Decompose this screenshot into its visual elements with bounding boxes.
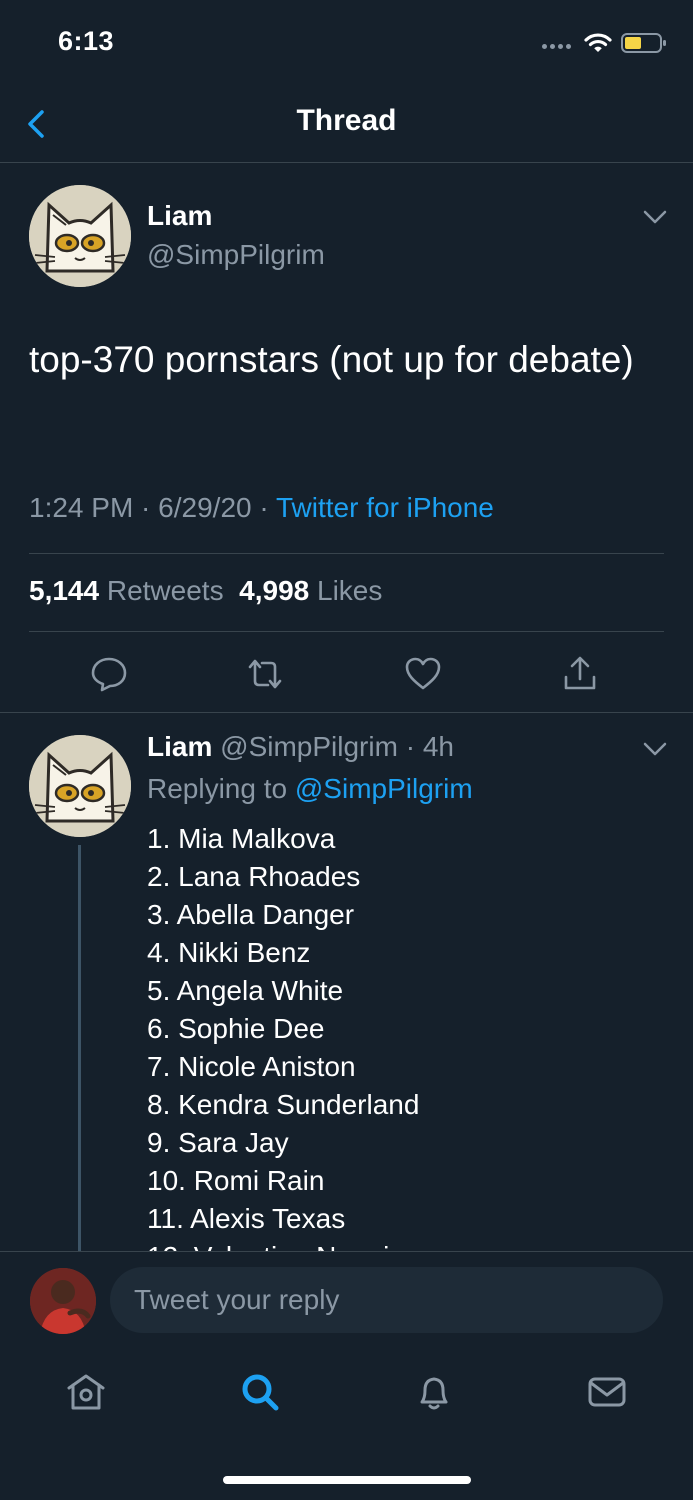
chevron-down-icon[interactable] — [642, 740, 668, 758]
cat-avatar-icon — [29, 735, 131, 837]
home-icon[interactable] — [64, 1370, 108, 1414]
replying-label: Replying to — [147, 773, 288, 804]
reply-author-name[interactable]: Liam — [147, 731, 212, 762]
list-item: 10. Romi Rain — [147, 1165, 325, 1196]
reply-composer — [0, 1251, 693, 1500]
list-item: 12. Valentina Nappi — [147, 1238, 419, 1251]
home-indicator[interactable] — [223, 1476, 471, 1484]
list-item: 4. Nikki Benz — [147, 937, 311, 968]
list-item: 6. Sophie Dee — [147, 1013, 325, 1044]
replying-to: Replying to @SimpPilgrim — [147, 773, 473, 805]
avatar[interactable] — [29, 735, 131, 837]
search-icon[interactable] — [238, 1370, 282, 1414]
list-item: 5. Angela White — [147, 975, 344, 1006]
person-avatar-icon — [30, 1268, 96, 1334]
list-item: 9. Sara Jay — [147, 1127, 289, 1158]
list-item: 7. Nicole Aniston — [147, 1051, 356, 1082]
thread-screen: 6:13 Thread Liam @SimpPilgrim top-370 po… — [0, 0, 693, 1500]
list-item: 1. Mia Malkova — [147, 823, 336, 854]
list-item: 8. Kendra Sunderland — [147, 1089, 420, 1120]
list-item: 3. Abella Danger — [147, 899, 355, 930]
reply-author-handle[interactable]: @SimpPilgrim — [220, 731, 398, 762]
replying-mention-link[interactable]: @SimpPilgrim — [295, 773, 473, 804]
notifications-icon[interactable] — [412, 1370, 456, 1414]
ranking-list: 1. Mia Malkova 2. Lana Rhoades 3. Abella… — [147, 820, 419, 1251]
list-item: 2. Lana Rhoades — [147, 861, 361, 892]
my-avatar[interactable] — [30, 1268, 96, 1334]
reply-header: Liam @SimpPilgrim · 4h — [147, 731, 454, 762]
reply-input[interactable] — [110, 1267, 663, 1333]
thread-line — [78, 845, 81, 1251]
messages-icon[interactable] — [585, 1370, 629, 1414]
list-item: 11. Alexis Texas — [147, 1203, 346, 1234]
reply-tweet: Liam @SimpPilgrim · 4h Replying to @Simp… — [0, 0, 693, 1251]
reply-age: 4h — [422, 731, 454, 762]
